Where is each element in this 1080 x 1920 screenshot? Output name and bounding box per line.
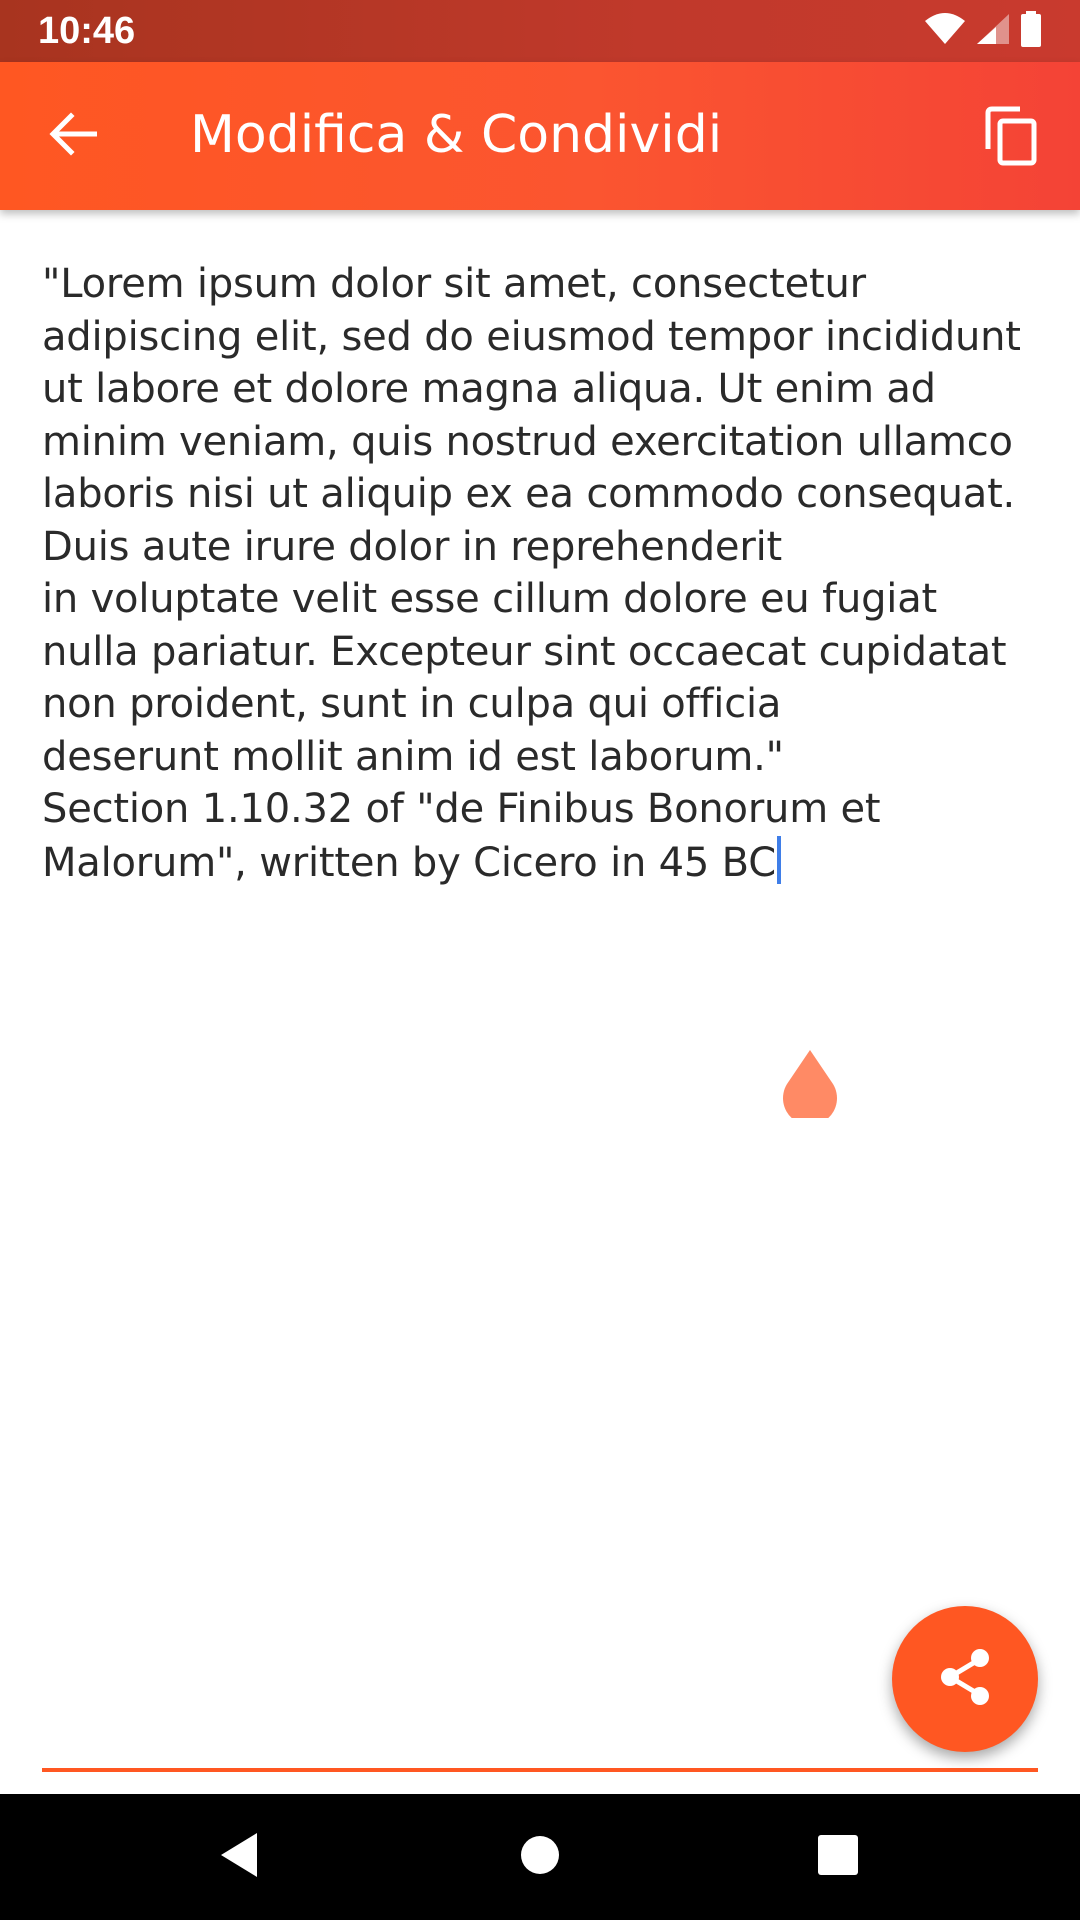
copy-icon: [984, 105, 1038, 171]
status-time: 10:46: [38, 10, 136, 52]
home-circle-icon: [520, 1835, 560, 1879]
input-underline: [42, 1768, 1038, 1772]
copy-button[interactable]: [976, 100, 1046, 176]
signal-icon: [976, 13, 1010, 49]
nav-home-button[interactable]: [507, 1824, 573, 1890]
nav-recents-button[interactable]: [805, 1824, 871, 1890]
arrow-back-icon: [49, 112, 98, 160]
recents-square-icon: [817, 1834, 859, 1880]
text-editor[interactable]: "Lorem ipsum dolor sit amet, consectetur…: [42, 258, 1032, 889]
app-bar: Modifica & Condividi: [0, 62, 1080, 210]
page-title: Modifica & Condividi: [190, 105, 723, 165]
system-nav-bar: [0, 1794, 1080, 1920]
share-icon: [938, 1648, 992, 1710]
back-button[interactable]: [40, 106, 106, 166]
cursor-handle[interactable]: [781, 1048, 839, 1126]
editor-text: "Lorem ipsum dolor sit amet, consectetur…: [42, 261, 1021, 886]
nav-back-button[interactable]: [206, 1824, 272, 1890]
status-bar: 10:46: [0, 0, 1080, 62]
back-triangle-icon: [217, 1831, 261, 1883]
text-cursor: [776, 835, 781, 884]
wifi-icon: [924, 13, 966, 49]
battery-icon: [1020, 11, 1042, 51]
share-button[interactable]: [892, 1606, 1038, 1752]
status-icons: [924, 11, 1042, 51]
